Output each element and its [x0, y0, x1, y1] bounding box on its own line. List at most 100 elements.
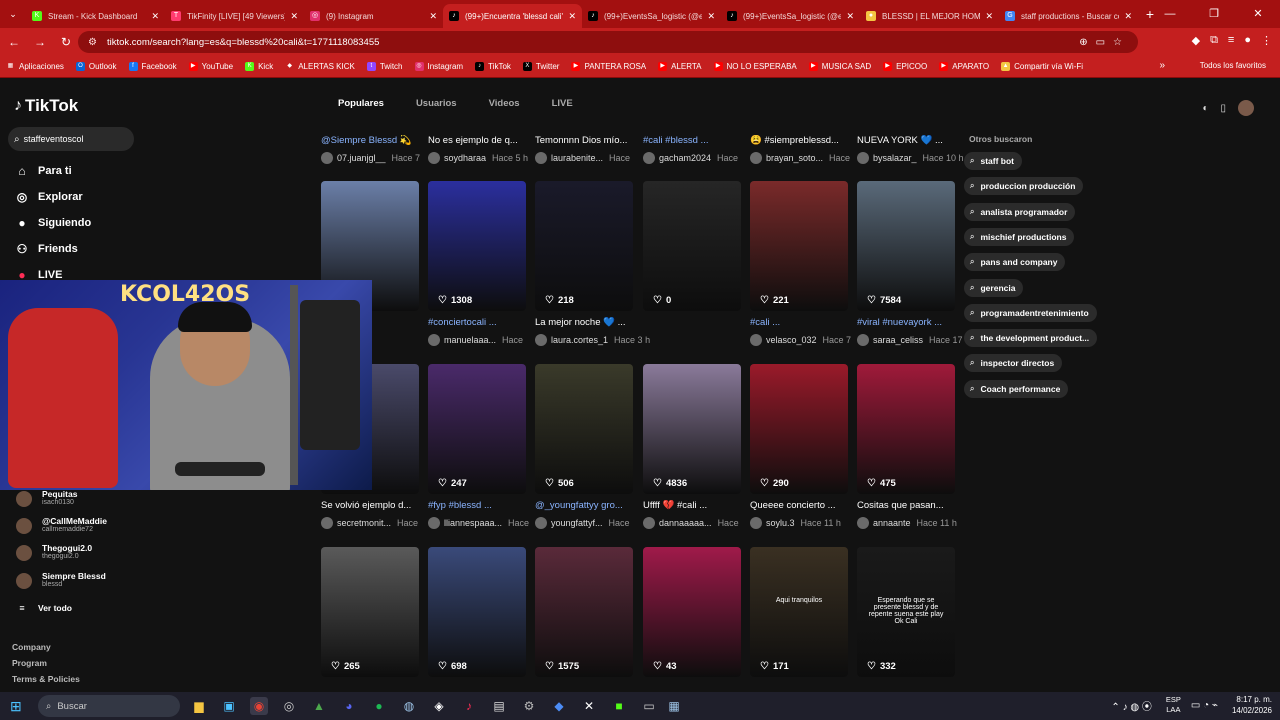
- video-thumbnail[interactable]: ♡ 1575: [535, 547, 633, 677]
- browser-tab[interactable]: T TikFinity [LIVE] [49 Viewers] ✕: [165, 4, 304, 28]
- video-author[interactable]: lliannespaaa... Hace: [428, 517, 546, 529]
- video-thumbnail[interactable]: ♡ 0: [643, 181, 741, 311]
- bookmark-item[interactable]: ◆ ALERTAS KICK: [285, 62, 354, 71]
- reload-icon[interactable]: ↻: [54, 35, 78, 49]
- taskbar-search[interactable]: ⌕ Buscar: [38, 695, 180, 717]
- video-thumbnail[interactable]: ♡ 332 Esperando que se presente blessd y d…: [857, 547, 955, 677]
- puzzle-icon[interactable]: ⧉: [1210, 34, 1218, 47]
- clock[interactable]: 8:17 p. m. 14/02/2026: [1232, 694, 1272, 716]
- discord-icon[interactable]: ◕: [340, 697, 358, 715]
- capcut-icon[interactable]: ✕: [580, 697, 598, 715]
- bookmark-item[interactable]: f Facebook: [128, 62, 177, 71]
- video-thumbnail[interactable]: ♡ 698: [428, 547, 526, 677]
- tab-usuarios[interactable]: Usuarios: [416, 98, 457, 109]
- restore-icon[interactable]: ❐: [1192, 0, 1236, 28]
- video-thumbnail[interactable]: ♡ 218: [535, 181, 633, 311]
- bookmark-item[interactable]: ▶ YouTube: [188, 62, 233, 71]
- browser-tab[interactable]: K Stream - Kick Dashboard ✕: [26, 4, 165, 28]
- bookmark-item[interactable]: X Twitter: [522, 62, 559, 71]
- video-thumbnail[interactable]: ♡ 290: [750, 364, 848, 494]
- tab-close-icon[interactable]: ✕: [846, 11, 854, 22]
- profile-icon[interactable]: ●: [1244, 34, 1251, 47]
- followed-account[interactable]: @CallMeMaddie callmemaddie72: [16, 516, 107, 534]
- extension-icon[interactable]: ◆: [1192, 34, 1200, 47]
- bookmark-item[interactable]: ♪ TikTok: [475, 62, 511, 71]
- notepad-icon[interactable]: ▤: [490, 697, 508, 715]
- browser-tab[interactable]: ● BLESSD | EL MEJOR HOMBRE ✕: [860, 4, 999, 28]
- file-explorer-icon[interactable]: ▆: [190, 697, 208, 715]
- video-author[interactable]: manuelaaa... Hace: [428, 334, 546, 346]
- spotify-icon[interactable]: ●: [370, 697, 388, 715]
- cast-icon[interactable]: ▭: [1096, 37, 1113, 48]
- sidebar-item-explorar[interactable]: ◎ Explorar: [14, 190, 83, 204]
- bookmark-item[interactable]: ▶ NO LO ESPERABA: [713, 62, 797, 71]
- settings-icon[interactable]: ⚙: [520, 697, 538, 715]
- tray-icons[interactable]: ⌃ ♪ ◍ ⦿: [1111, 698, 1151, 713]
- video-author[interactable]: bysalazar_ Hace 10 h: [857, 152, 975, 164]
- browser-tab[interactable]: ♪ (99+)Encuentra 'blessd cali' ✕: [443, 4, 582, 28]
- avatar[interactable]: [1238, 100, 1254, 116]
- browser-tab[interactable]: ♪ (99+)EventsSa_logistic (@eventssa_logis…: [721, 4, 860, 28]
- bookmark-item[interactable]: t Twitch: [366, 62, 403, 71]
- calculator-icon[interactable]: ▦: [665, 697, 683, 715]
- video-author[interactable]: gacham2024 Hace: [643, 152, 761, 164]
- related-search-chip[interactable]: ⌕ staff bot: [964, 152, 1023, 170]
- search-input[interactable]: ⌕ staffeventoscol: [8, 127, 134, 151]
- bookmark-item[interactable]: ▶ ALERTA: [658, 62, 702, 71]
- store-icon[interactable]: ▣: [220, 697, 238, 715]
- related-search-chip[interactable]: ⌕ Coach performance: [964, 379, 1069, 398]
- obs-icon[interactable]: ◎: [280, 697, 298, 715]
- tab-populares[interactable]: Populares: [338, 98, 384, 109]
- followed-account[interactable]: Pequitas isach0130: [16, 489, 77, 507]
- video-thumbnail[interactable]: ♡ 1308: [428, 181, 526, 311]
- app-icon[interactable]: ▲: [310, 697, 328, 715]
- video-author[interactable]: soylu.3 Hace 11 h: [750, 517, 868, 529]
- tiktok-icon[interactable]: ♪: [460, 697, 478, 715]
- related-search-chip[interactable]: ⌕ gerencia: [964, 278, 1024, 297]
- minecraft-icon[interactable]: ■: [610, 697, 628, 715]
- video-author[interactable]: secretmonit... Hace: [321, 517, 439, 529]
- video-author[interactable]: brayan_soto... Hace: [750, 152, 868, 164]
- video-author[interactable]: saraa_celiss Hace 17: [857, 334, 975, 346]
- bookmark-item[interactable]: ▶ MUSICA SAD: [808, 62, 871, 71]
- menu-icon[interactable]: ⋮: [1261, 34, 1272, 47]
- tab-search-icon[interactable]: ⌄: [0, 9, 26, 20]
- bookmark-item[interactable]: ▦ Aplicaciones: [6, 62, 64, 71]
- browser-tab[interactable]: Gstaff productions - Buscar con Google ✕: [999, 4, 1138, 28]
- related-search-chip[interactable]: ⌕ pans and company: [964, 253, 1066, 272]
- video-thumbnail[interactable]: ♡ 43: [643, 547, 741, 677]
- followed-account[interactable]: Thegogui2.0 thegogui2.0: [16, 543, 92, 561]
- close-window-icon[interactable]: ✕: [1236, 0, 1280, 28]
- tab-close-icon[interactable]: ✕: [1124, 11, 1132, 22]
- video-thumbnail[interactable]: ♡ 4836: [643, 364, 741, 494]
- bluestacks-icon[interactable]: ◆: [550, 697, 568, 715]
- media-icon[interactable]: ≡: [1228, 34, 1234, 47]
- forward-icon[interactable]: →: [28, 35, 52, 49]
- tab-close-icon[interactable]: ✕: [707, 11, 715, 22]
- video-thumbnail[interactable]: ♡ 7584: [857, 181, 955, 311]
- tab-close-icon[interactable]: ✕: [429, 11, 437, 22]
- footer-link[interactable]: Program: [12, 658, 47, 668]
- bookmark-item[interactable]: ▶ PANTERA ROSA: [571, 62, 646, 71]
- related-search-chip[interactable]: ⌕ inspector directos: [964, 354, 1063, 373]
- video-author[interactable]: velasco_032 Hace 7: [750, 334, 868, 346]
- all-bookmarks-link[interactable]: Todos los favoritos: [1200, 61, 1266, 70]
- sidebar-item-para-ti[interactable]: ⌂ Para ti: [14, 164, 71, 178]
- device-icon[interactable]: ▯: [1220, 103, 1226, 114]
- related-search-chip[interactable]: ⌕ the development product...: [964, 329, 1098, 348]
- windows-start-icon[interactable]: ⊞: [10, 698, 32, 715]
- tiktok-logo[interactable]: ♪ TikTok: [14, 96, 78, 116]
- bookmark-item[interactable]: ▶ APARATO: [939, 62, 989, 71]
- browser-tab[interactable]: ◎ (9) Instagram ✕: [304, 4, 443, 28]
- back-icon[interactable]: ←: [2, 35, 26, 49]
- tab-videos[interactable]: Videos: [489, 98, 520, 109]
- tab-close-icon[interactable]: ✕: [290, 11, 298, 22]
- related-search-chip[interactable]: ⌕ produccion producción: [964, 177, 1084, 196]
- video-author[interactable]: laurabenite... Hace: [535, 152, 653, 164]
- bookmark-item[interactable]: ◎ Instagram: [414, 62, 463, 71]
- video-thumbnail[interactable]: ♡ 171 Aqui tranquilos: [750, 547, 848, 677]
- coin-icon[interactable]: ◐: [1202, 103, 1208, 114]
- footer-link[interactable]: Terms & Policies: [12, 674, 80, 684]
- video-author[interactable]: youngfattyf... Hace: [535, 517, 653, 529]
- window-icon[interactable]: ▭: [640, 697, 658, 715]
